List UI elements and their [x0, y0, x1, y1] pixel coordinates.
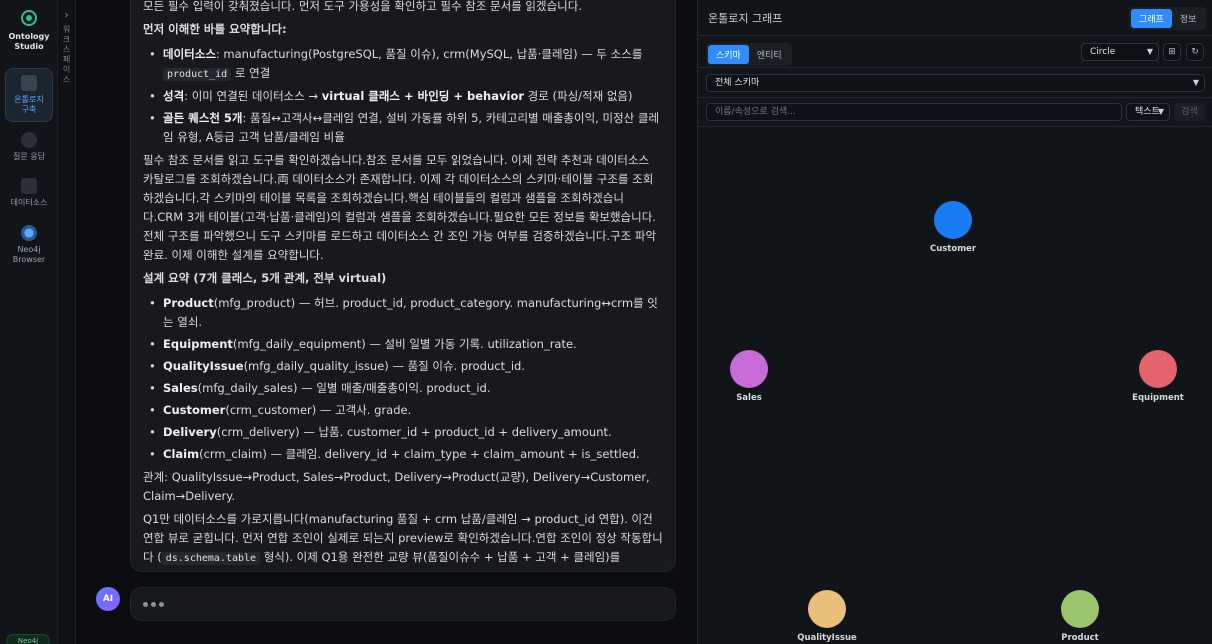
view-tabs: 그래프 정보: [1129, 7, 1207, 30]
nav-qa[interactable]: 질문 응답: [5, 132, 53, 162]
node-label: QualityIssue: [797, 633, 857, 643]
chat-bubble-icon: [21, 132, 37, 148]
search-input[interactable]: 이름/속성으로 검색...: [706, 103, 1122, 121]
refresh-icon[interactable]: ↻: [1186, 43, 1204, 61]
nav-label: 질문 응답: [13, 152, 45, 161]
chevron-right-icon[interactable]: ›: [58, 10, 75, 21]
chevron-down-icon: ▼: [1192, 78, 1199, 87]
node-customer[interactable]: [934, 201, 972, 239]
tab-schema[interactable]: 스키마: [708, 45, 749, 64]
search-type-select[interactable]: 텍스트 ▼: [1126, 103, 1170, 121]
graph-canvas[interactable]: Customer Sales Equipment QualityIssue Pr…: [698, 127, 1212, 644]
brand-line2: Studio: [14, 42, 44, 51]
list-item: 골든 퀘스천 5개: 품질↔고객사↔클레임 연결, 설비 가동률 하위 5, 카…: [143, 109, 663, 147]
summary-list: 데이터소스: manufacturing(PostgreSQL, 품질 이슈),…: [143, 45, 663, 147]
left-rail: Ontology Studio 온톨로지 구축 질문 응답 데이터소스 Neo4…: [0, 0, 58, 644]
build-icon: [21, 75, 37, 91]
neo4j-status-badge: Neo4j: [6, 634, 50, 644]
list-item: Equipment(mfg_daily_equipment) — 설비 일별 가…: [143, 335, 663, 354]
relations-text: 관계: QualityIssue→Product, Sales→Product,…: [143, 470, 650, 503]
divider: [698, 97, 1212, 98]
workspace-label: 워크스페이스: [62, 25, 71, 84]
typing-dot: [159, 602, 164, 607]
list-item: Product(mfg_product) — 허브. product_id, p…: [143, 294, 663, 332]
node-product[interactable]: [1061, 590, 1099, 628]
tab-info[interactable]: 정보: [1172, 9, 1205, 28]
nav-label: Neo4j: [17, 245, 41, 254]
typing-indicator: [130, 587, 676, 621]
chat-area: 모든 필수 입력이 갖춰졌습니다. 먼저 도구 가용성을 확인하고 필수 참조 …: [76, 0, 696, 644]
search-button[interactable]: 검색: [1174, 103, 1205, 121]
intro-text: 모든 필수 입력이 갖춰졌습니다. 먼저 도구 가용성을 확인하고 필수 참조 …: [143, 0, 582, 13]
node-label: Sales: [736, 393, 762, 403]
schema-select[interactable]: 전체 스키마 ▼: [706, 74, 1205, 92]
summary-heading: 먼저 이해한 바를 요약합니다:: [143, 22, 287, 36]
nav-datasource[interactable]: 데이터소스: [5, 178, 53, 208]
list-item: QualityIssue(mfg_daily_quality_issue) — …: [143, 357, 663, 376]
nav-neo4j-browser[interactable]: Neo4j Browser: [5, 225, 53, 265]
list-item: Sales(mfg_daily_sales) — 일별 매출/매출총이익. pr…: [143, 379, 663, 398]
q1-text: Q1만 데이터소스를 가로지릅니다(manufacturing 품질 + crm…: [143, 512, 663, 571]
nav-label: 데이터소스: [10, 198, 48, 207]
nav-label: 온톨로지: [14, 95, 44, 104]
list-item: Customer(crm_customer) — 고객사. grade.: [143, 401, 663, 420]
tab-entity[interactable]: 엔티티: [749, 45, 790, 64]
brand-logo[interactable]: Ontology Studio: [0, 10, 58, 52]
database-icon: [21, 178, 37, 194]
node-qualityissue[interactable]: [808, 590, 846, 628]
design-heading: 설계 요약 (7개 클래스, 5개 관계, 전부 virtual): [143, 271, 387, 285]
list-item: 데이터소스: manufacturing(PostgreSQL, 품질 이슈),…: [143, 45, 663, 84]
node-label: Equipment: [1132, 393, 1184, 403]
typing-dot: [143, 602, 148, 607]
chevron-down-icon: ▼: [1146, 47, 1153, 56]
chevron-down-icon: ▼: [1157, 107, 1164, 116]
list-item: Claim(crm_claim) — 클레임. delivery_id + cl…: [143, 445, 663, 464]
divider: [698, 67, 1212, 68]
node-label: Customer: [929, 244, 977, 254]
ai-avatar: AI: [96, 587, 120, 611]
progress-text: 필수 참조 문서를 읽고 도구를 확인하겠습니다.참조 문서를 모두 읽었습니다…: [143, 153, 657, 262]
mode-tabs: 스키마 엔티티: [706, 43, 792, 66]
layout-select[interactable]: Circle ▼: [1081, 43, 1159, 61]
grid-layout-icon[interactable]: ⊞: [1163, 43, 1181, 61]
design-list: Product(mfg_product) — 허브. product_id, p…: [143, 294, 663, 464]
list-item: 성격: 이미 연결된 데이터소스 → virtual 클래스 + 바인딩 + b…: [143, 87, 663, 106]
assistant-message: 모든 필수 입력이 갖춰졌습니다. 먼저 도구 가용성을 확인하고 필수 참조 …: [130, 0, 676, 572]
node-label: Product: [1061, 633, 1099, 643]
panel-title: 온톨로지 그래프: [708, 12, 783, 25]
ontology-graph-panel: 온톨로지 그래프 그래프 정보 스키마 엔티티 Circle ▼ ⊞ ↻ 전체 스…: [697, 0, 1212, 644]
divider: [698, 35, 1212, 36]
typing-dot: [151, 602, 156, 607]
node-equipment[interactable]: [1139, 350, 1177, 388]
ontology-logo-icon: [21, 10, 37, 26]
nav-label: Browser: [12, 255, 46, 264]
workspace-strip[interactable]: › 워크스페이스: [58, 0, 76, 644]
list-item: Delivery(crm_delivery) — 납품. customer_id…: [143, 423, 663, 442]
nav-label: 구축: [21, 105, 37, 114]
nav-ontology-build[interactable]: 온톨로지 구축: [5, 68, 53, 122]
brand-line1: Ontology: [8, 32, 50, 41]
node-sales[interactable]: [730, 350, 768, 388]
globe-icon: [21, 225, 37, 241]
tab-graph[interactable]: 그래프: [1131, 9, 1172, 28]
